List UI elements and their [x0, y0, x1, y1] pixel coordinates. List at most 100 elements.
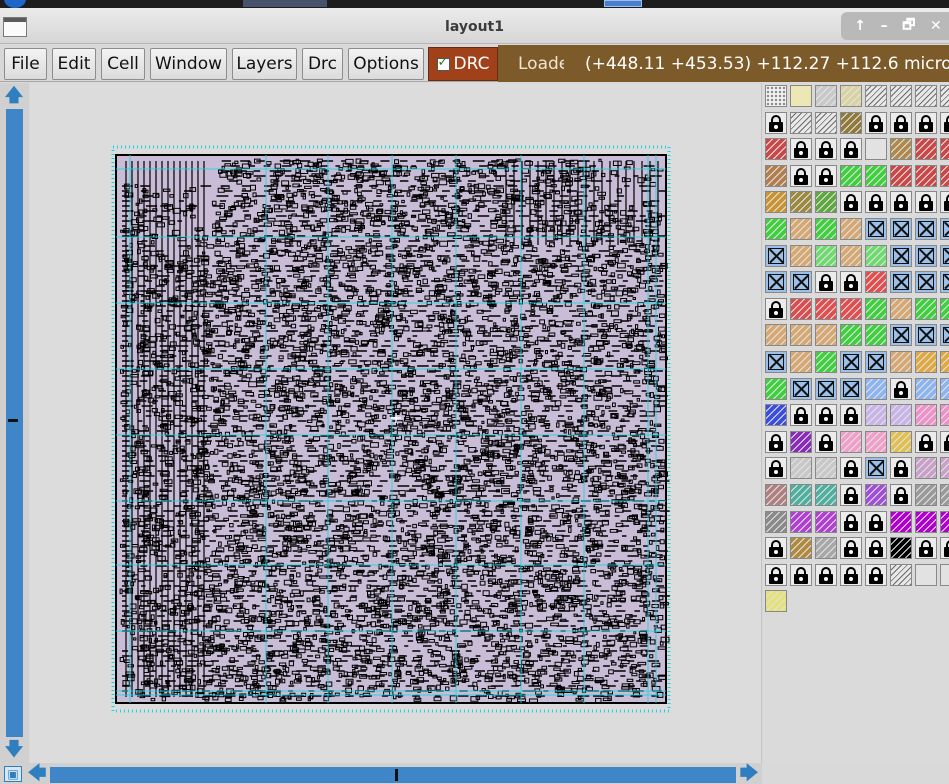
layer-color-swatch[interactable]: [865, 271, 887, 294]
layer-hatch-swatch[interactable]: [815, 111, 837, 134]
layer-locked-swatch[interactable]: [890, 377, 912, 400]
layer-color-swatch[interactable]: [815, 324, 837, 347]
layer-color-swatch[interactable]: [865, 138, 887, 161]
layer-locked-swatch[interactable]: [940, 430, 949, 453]
layer-contact-swatch[interactable]: [765, 271, 787, 294]
vertical-scroll-thumb[interactable]: [8, 419, 18, 422]
layer-locked-swatch[interactable]: [840, 457, 862, 480]
layer-color-swatch[interactable]: [790, 297, 812, 320]
layer-color-swatch[interactable]: [915, 164, 937, 187]
layer-locked-swatch[interactable]: [765, 563, 787, 586]
layer-hatch-swatch[interactable]: [790, 111, 812, 134]
layer-color-swatch[interactable]: [815, 244, 837, 267]
arrow-up-icon[interactable]: 🡅: [3, 85, 25, 107]
layer-contact-swatch[interactable]: [890, 218, 912, 240]
drc-toggle[interactable]: DRC: [428, 47, 498, 81]
raise-window-icon[interactable]: ↑: [854, 18, 866, 34]
layer-locked-swatch[interactable]: [915, 430, 937, 453]
layer-color-swatch[interactable]: [915, 457, 937, 480]
layer-color-swatch[interactable]: [840, 111, 862, 134]
layer-color-swatch[interactable]: [790, 510, 812, 533]
layer-contact-swatch[interactable]: [915, 271, 937, 294]
layer-locked-swatch[interactable]: [840, 191, 862, 214]
layer-color-swatch[interactable]: [865, 484, 887, 506]
arrow-right-icon[interactable]: 🡆: [738, 764, 760, 784]
layer-locked-swatch[interactable]: [840, 138, 862, 161]
layer-locked-swatch[interactable]: [865, 111, 887, 134]
layer-color-swatch[interactable]: [940, 297, 949, 320]
layer-locked-swatch[interactable]: [840, 484, 862, 506]
layer-contact-swatch[interactable]: [915, 324, 937, 347]
menu-window[interactable]: Window: [150, 48, 227, 80]
layer-color-swatch[interactable]: [890, 430, 912, 453]
layer-color-swatch[interactable]: [765, 377, 787, 400]
layer-color-swatch[interactable]: [915, 404, 937, 427]
layer-color-swatch[interactable]: [890, 510, 912, 533]
layer-locked-swatch[interactable]: [815, 404, 837, 427]
layer-color-swatch[interactable]: [940, 164, 949, 187]
layer-locked-swatch[interactable]: [940, 111, 949, 134]
layer-contact-swatch[interactable]: [790, 377, 812, 400]
layer-color-swatch[interactable]: [815, 191, 837, 214]
layer-contact-swatch[interactable]: [765, 244, 787, 267]
layer-locked-swatch[interactable]: [915, 191, 937, 214]
layer-color-swatch[interactable]: [815, 510, 837, 533]
layer-locked-swatch[interactable]: [790, 138, 812, 161]
layer-locked-swatch[interactable]: [890, 457, 912, 480]
menu-options[interactable]: Options: [348, 48, 424, 80]
zoom-box-icon[interactable]: ▣: [4, 766, 22, 782]
layer-color-swatch[interactable]: [815, 85, 837, 107]
layer-color-swatch[interactable]: [765, 590, 787, 613]
layer-contact-swatch[interactable]: [940, 271, 949, 294]
layer-locked-swatch[interactable]: [890, 484, 912, 506]
layer-locked-swatch[interactable]: [790, 563, 812, 586]
layer-dots-swatch[interactable]: [765, 85, 787, 107]
layer-contact-swatch[interactable]: [865, 351, 887, 373]
layer-color-swatch[interactable]: [915, 484, 937, 506]
layer-color-swatch[interactable]: [815, 457, 837, 480]
layer-contact-swatch[interactable]: [940, 324, 949, 347]
layer-color-swatch[interactable]: [840, 85, 862, 107]
vertical-scrollbar[interactable]: 🡅 🡇: [0, 83, 29, 763]
layer-color-swatch[interactable]: [840, 430, 862, 453]
layer-color-swatch[interactable]: [865, 404, 887, 427]
menu-drc[interactable]: Drc: [302, 48, 343, 80]
layer-locked-swatch[interactable]: [940, 537, 949, 560]
layer-color-swatch[interactable]: [865, 377, 887, 400]
layer-color-swatch[interactable]: [915, 297, 937, 320]
layer-hatch-swatch[interactable]: [940, 85, 949, 107]
layer-color-swatch[interactable]: [840, 164, 862, 187]
layer-color-swatch[interactable]: [790, 324, 812, 347]
horizontal-scrollbar[interactable]: ▣ 🡄 🡆: [0, 763, 762, 784]
layer-color-swatch[interactable]: [890, 138, 912, 161]
vertical-scroll-track[interactable]: [6, 109, 23, 737]
layer-color-swatch[interactable]: [890, 404, 912, 427]
layer-color-swatch[interactable]: [840, 244, 862, 267]
layer-color-swatch[interactable]: [815, 297, 837, 320]
layer-color-swatch[interactable]: [790, 351, 812, 373]
os-logo-icon[interactable]: [4, 0, 26, 8]
layer-hatch-swatch[interactable]: [865, 85, 887, 107]
layer-contact-swatch[interactable]: [765, 351, 787, 373]
drc-checkbox-icon[interactable]: [436, 55, 450, 71]
layer-hatch-swatch[interactable]: [890, 563, 912, 586]
layer-locked-swatch[interactable]: [865, 563, 887, 586]
layer-locked-swatch[interactable]: [815, 563, 837, 586]
layer-locked-swatch[interactable]: [840, 510, 862, 533]
layer-contact-swatch[interactable]: [890, 271, 912, 294]
layer-color-swatch[interactable]: [940, 351, 949, 373]
horizontal-scroll-track[interactable]: [50, 767, 736, 783]
layer-contact-swatch[interactable]: [890, 324, 912, 347]
layer-locked-swatch[interactable]: [840, 271, 862, 294]
layer-locked-swatch[interactable]: [765, 111, 787, 134]
layer-locked-swatch[interactable]: [890, 111, 912, 134]
layer-locked-swatch[interactable]: [765, 430, 787, 453]
layer-color-swatch[interactable]: [890, 537, 912, 560]
layer-color-swatch[interactable]: [940, 138, 949, 161]
layer-hatch-swatch[interactable]: [890, 85, 912, 107]
minimize-icon[interactable]: –: [881, 18, 888, 34]
layer-locked-swatch[interactable]: [915, 537, 937, 560]
layer-color-swatch[interactable]: [765, 510, 787, 533]
layer-color-swatch[interactable]: [815, 537, 837, 560]
layer-color-swatch[interactable]: [790, 457, 812, 480]
